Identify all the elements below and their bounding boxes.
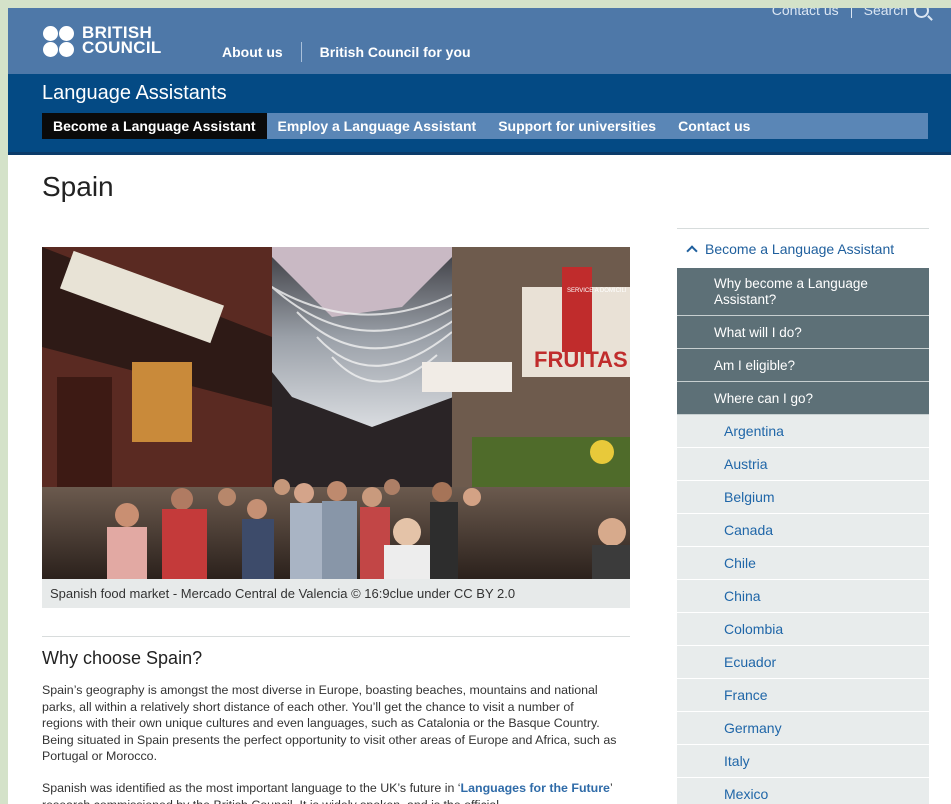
utility-divider	[850, 8, 852, 18]
nav-british-council-for-you[interactable]: British Council for you	[320, 44, 471, 60]
contact-us-link[interactable]: Contact us	[772, 8, 839, 18]
tab-employ-language-assistant[interactable]: Employ a Language Assistant	[267, 113, 488, 139]
sidebar-item-am-i-eligible[interactable]: Am I eligible?	[677, 349, 929, 382]
nav-divider	[300, 42, 302, 62]
sidebar-country-belgium[interactable]: Belgium	[677, 481, 929, 514]
british-council-logo[interactable]: BRITISH COUNCIL	[43, 24, 163, 59]
section-title-language-assistants[interactable]: Language Assistants	[42, 82, 227, 105]
search-link[interactable]: Search	[864, 8, 908, 18]
sidebar-item-why-become[interactable]: Why become a Language Assistant?	[677, 268, 929, 316]
tab-become-language-assistant[interactable]: Become a Language Assistant	[42, 113, 267, 139]
section-header: Language Assistants Become a Language As…	[8, 74, 951, 155]
hero-image-market: FRUITAS SERVICE A DOMICILI	[42, 247, 630, 579]
languages-for-the-future-link[interactable]: Languages for the Future	[461, 781, 610, 795]
top-bar: BRITISH COUNCIL Contact us Search About …	[8, 8, 951, 74]
sidebar-country-germany[interactable]: Germany	[677, 712, 929, 745]
sidebar-item-what-will-i-do[interactable]: What will I do?	[677, 316, 929, 349]
chevron-up-icon	[686, 244, 698, 257]
sidebar-heading-become-language-assistant[interactable]: Become a Language Assistant	[677, 228, 929, 268]
search-icon[interactable]	[914, 8, 929, 18]
market-photo: FRUITAS SERVICE A DOMICILI	[42, 247, 630, 579]
tab-contact-us[interactable]: Contact us	[667, 113, 761, 139]
utility-nav: Contact us Search	[772, 8, 929, 18]
sidebar-country-mexico[interactable]: Mexico	[677, 778, 929, 804]
image-caption: Spanish food market - Mercado Central de…	[42, 579, 630, 608]
sidebar-country-chile[interactable]: Chile	[677, 547, 929, 580]
sidebar-country-france[interactable]: France	[677, 679, 929, 712]
sidebar-country-austria[interactable]: Austria	[677, 448, 929, 481]
logo-text: BRITISH COUNCIL	[82, 24, 162, 57]
sidebar-item-where-can-i-go[interactable]: Where can I go?	[677, 382, 929, 415]
nav-about-us[interactable]: About us	[222, 44, 283, 60]
content-divider	[42, 636, 630, 637]
page-title: Spain	[42, 171, 114, 202]
paragraph-language: Spanish was identified as the most impor…	[42, 780, 617, 804]
section-heading-why-spain: Why choose Spain?	[42, 648, 203, 668]
sidebar-nav: Become a Language Assistant Why become a…	[677, 228, 929, 804]
sidebar-country-argentina[interactable]: Argentina	[677, 415, 929, 448]
paragraph-geography: Spain’s geography is amongst the most di…	[42, 683, 617, 763]
paragraph-language-start: Spanish was identified as the most impor…	[42, 781, 461, 795]
sidebar-country-colombia[interactable]: Colombia	[677, 613, 929, 646]
tab-support-for-universities[interactable]: Support for universities	[487, 113, 667, 139]
main-nav: About us British Council for you	[222, 42, 471, 62]
caption-text: Spanish food market - Mercado Central de…	[50, 586, 516, 601]
fruitas-sign: FRUITAS	[534, 347, 628, 372]
section-nav: Become a Language Assistant Employ a Lan…	[42, 113, 928, 139]
page: BRITISH COUNCIL Contact us Search About …	[8, 8, 951, 804]
logo-line-2: COUNCIL	[82, 38, 162, 57]
logo-dots-icon	[43, 26, 75, 58]
service-sign: SERVICE A DOMICILI	[567, 288, 627, 294]
sidebar-heading-label: Become a Language Assistant	[705, 240, 895, 257]
sidebar-country-ecuador[interactable]: Ecuador	[677, 646, 929, 679]
sidebar-country-italy[interactable]: Italy	[677, 745, 929, 778]
sidebar-country-china[interactable]: China	[677, 580, 929, 613]
sidebar-country-canada[interactable]: Canada	[677, 514, 929, 547]
